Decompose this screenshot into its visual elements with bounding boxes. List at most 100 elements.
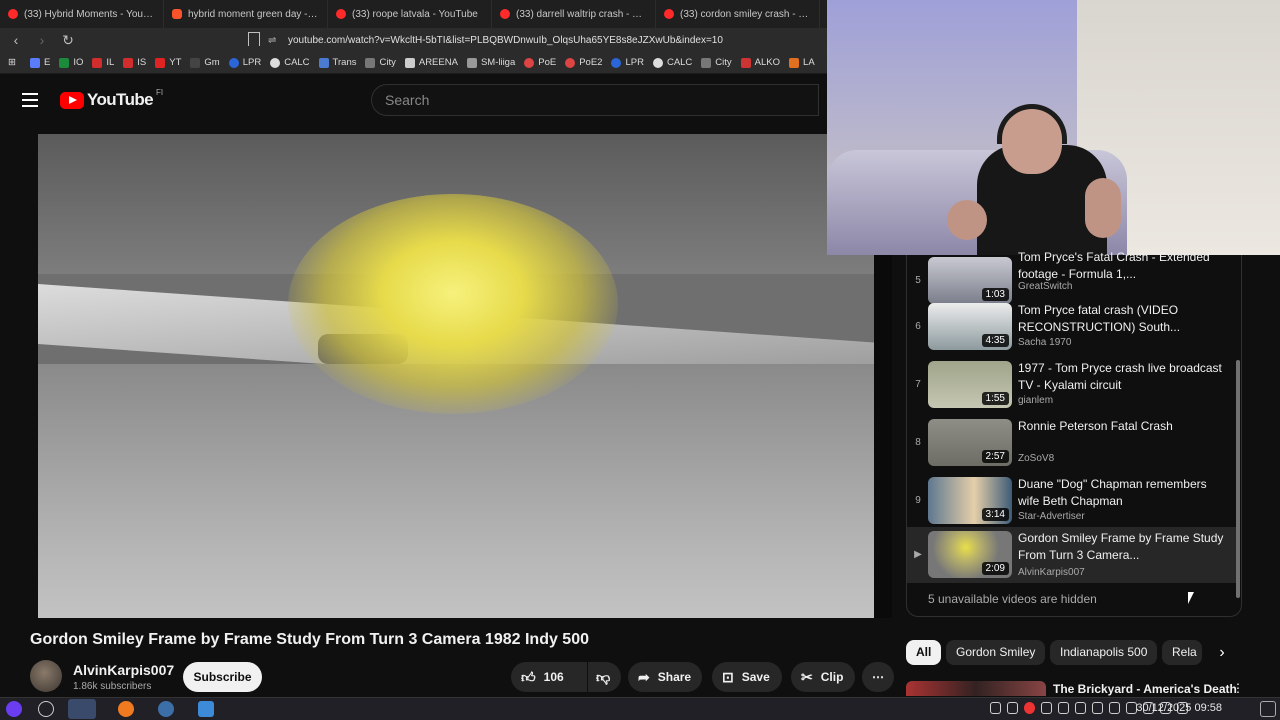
url-field[interactable]: ⇌ youtube.com/watch?v=WkcltH-5bTI&list=P… (268, 30, 808, 50)
bookmark-item[interactable]: CALC (652, 57, 692, 68)
scissors-icon: ✂ (801, 668, 813, 685)
playlist-item[interactable]: 7 1:55 1977 - Tom Pryce crash live broad… (907, 359, 1237, 415)
chip-gordon-smiley[interactable]: Gordon Smiley (946, 640, 1046, 665)
bookmark-item[interactable]: LPR (228, 57, 261, 68)
reload-icon[interactable]: ↻ (58, 30, 78, 50)
chip-related[interactable]: Rela (1162, 640, 1202, 665)
browser-tab[interactable]: (33) roope latvala - YouTube (328, 0, 492, 28)
browser-tab[interactable]: (33) darrell waltrip crash - YouTu (492, 0, 656, 28)
media-icon[interactable] (1058, 702, 1069, 714)
display-icon[interactable] (1109, 702, 1120, 714)
video-thumbnail (906, 681, 1046, 696)
bookmark-item[interactable]: YT (155, 57, 181, 68)
brave-favicon-icon (172, 9, 182, 19)
playlist-item[interactable]: 6 4:35 Tom Pryce fatal crash (VIDEO RECO… (907, 301, 1237, 357)
chip-indianapolis-500[interactable]: Indianapolis 500 (1050, 640, 1158, 665)
playlist-panel: 5 1:03 Tom Pryce's Fatal Crash - Extende… (906, 250, 1242, 617)
bookmark-item[interactable]: E (29, 57, 50, 68)
forward-icon[interactable]: › (32, 30, 52, 50)
bookmark-item[interactable]: Trans (318, 57, 356, 68)
subscriber-count: 1.86k subscribers (73, 681, 152, 692)
video-thumbnail: 1:03 (928, 257, 1012, 304)
bookmark-item[interactable]: Gm (190, 57, 220, 68)
volume-icon[interactable] (1075, 702, 1086, 714)
youtube-favicon-icon (500, 9, 510, 19)
video-title: Gordon Smiley Frame by Frame Study From … (30, 631, 589, 648)
bookmark-add-icon: ⊡ (722, 668, 734, 685)
share-icon: ➦ (638, 668, 650, 685)
save-button[interactable]: ⊡ Save (712, 662, 782, 692)
video-frame-fireball (288, 194, 618, 414)
related-video[interactable]: The Brickyard - America's Death ⋮ (906, 681, 1246, 696)
now-playing-icon: ▶ (914, 549, 922, 560)
steam-tray-icon[interactable] (1007, 702, 1018, 714)
playlist-item[interactable]: 9 3:14 Duane "Dog" Chapman remembers wif… (907, 475, 1237, 531)
brave-browser-icon[interactable] (68, 699, 96, 719)
bookmark-item[interactable]: City (701, 57, 732, 68)
bookmark-item[interactable]: IO (59, 57, 83, 68)
webcam-overlay (827, 0, 1280, 255)
chevron-right-icon[interactable]: › (1212, 641, 1232, 665)
bookmark-item[interactable]: IS (123, 57, 146, 68)
youtube-favicon-icon (8, 9, 18, 19)
youtube-logo[interactable]: YouTube FI (60, 88, 163, 110)
bookmark-item[interactable]: LA (789, 57, 815, 68)
like-button[interactable]: 👍︎ 106 (511, 662, 587, 692)
clock[interactable]: 30/12/2025 09:58 (1136, 702, 1222, 714)
thumbs-up-icon: 👍︎ (521, 668, 536, 685)
bookmark-item[interactable]: SM-liiga (466, 57, 515, 68)
bookmark-item[interactable]: PoE (524, 57, 556, 68)
bookmark-item[interactable]: PoE2 (565, 57, 602, 68)
playlist-item[interactable]: 8 2:57 Ronnie Peterson Fatal Crash ZoSoV… (907, 417, 1237, 473)
youtube-favicon-icon (336, 9, 346, 19)
site-info-icon[interactable]: ⇌ (268, 35, 278, 46)
bookmark-item[interactable]: ALKO (740, 57, 780, 68)
app-launcher-icon[interactable] (6, 701, 22, 717)
video-player[interactable] (38, 134, 892, 618)
browser-tab-active[interactable]: (33) cordon smiley crash - YouTu (656, 0, 820, 28)
video-thumbnail: 3:14 (928, 477, 1012, 524)
clipboard-icon[interactable] (1092, 702, 1103, 714)
menu-icon[interactable] (22, 93, 38, 107)
youtube-favicon-icon (664, 9, 674, 19)
url-text: youtube.com/watch?v=WkcltH-5bTI&list=PLB… (288, 34, 723, 46)
show-desktop-icon[interactable] (1260, 701, 1276, 717)
taskbar: 30/12/2025 09:58 (0, 697, 1280, 720)
headset-icon (997, 104, 1067, 144)
subscribe-button[interactable]: Subscribe (183, 662, 262, 692)
hidden-videos-note: 5 unavailable videos are hidden (928, 592, 1097, 606)
bookmark-item[interactable]: LPR (611, 57, 644, 68)
video-thumbnail: 2:57 (928, 419, 1012, 466)
settings-icon[interactable] (38, 701, 54, 717)
video-thumbnail: 1:55 (928, 361, 1012, 408)
bookmark-icon[interactable] (248, 32, 260, 46)
share-button[interactable]: ➦ Share (628, 662, 702, 692)
bookmark-item[interactable]: IL (92, 57, 114, 68)
more-actions-button[interactable]: ⋯ (862, 662, 894, 692)
bookmark-item[interactable]: CALC (270, 57, 310, 68)
file-manager-icon[interactable] (198, 701, 214, 717)
chip-all[interactable]: All (906, 640, 942, 665)
search-input[interactable]: Search (371, 84, 819, 116)
record-icon[interactable] (1024, 702, 1035, 714)
firefox-icon[interactable] (118, 701, 134, 717)
dislike-button[interactable]: 👎︎ (588, 662, 621, 692)
bookmark-item[interactable]: AREENA (404, 57, 458, 68)
video-thumbnail: 2:09 (928, 531, 1012, 578)
apps-grid-icon[interactable]: ⊞ (8, 57, 16, 68)
back-icon[interactable]: ‹ (6, 30, 26, 50)
notification-icon[interactable] (990, 702, 1001, 714)
browser-tab[interactable]: hybrid moment green day - Bra (164, 0, 328, 28)
bookmark-item[interactable]: City (365, 57, 396, 68)
clip-button[interactable]: ✂ Clip (791, 662, 855, 692)
steam-icon[interactable] (158, 701, 174, 717)
app-tray-icon[interactable] (1041, 702, 1052, 714)
microphone-icon[interactable] (1126, 702, 1137, 714)
playlist-item-current[interactable]: ▶ 2:09 Gordon Smiley Frame by Frame Stud… (907, 527, 1237, 583)
playlist-scrollbar[interactable] (1236, 360, 1240, 598)
browser-tab[interactable]: (33) Hybrid Moments - YouTube (0, 0, 164, 28)
channel-avatar[interactable] (30, 660, 62, 692)
more-vert-icon[interactable]: ⋮ (1232, 681, 1244, 695)
channel-name[interactable]: AlvinKarpis007 (73, 662, 174, 678)
more-dots-icon: ⋯ (872, 670, 884, 684)
